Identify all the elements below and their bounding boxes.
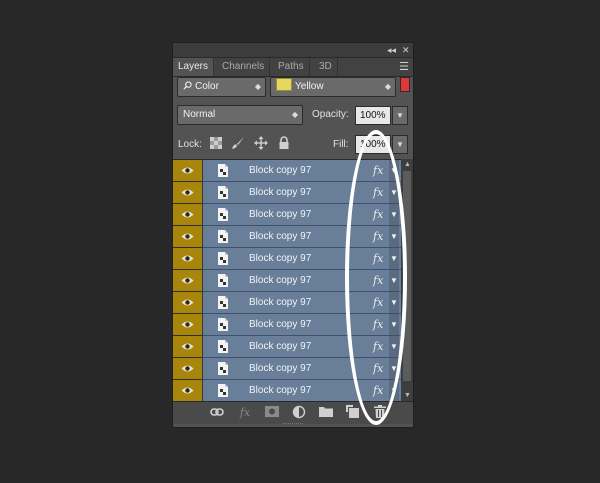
scroll-up-icon[interactable]: ▲ (404, 161, 411, 168)
smart-object-thumbnail-icon (218, 318, 228, 331)
folder-icon[interactable] (318, 405, 334, 421)
panel-menu-icon[interactable]: ☰ (399, 60, 409, 73)
annotation-ellipse (345, 130, 407, 425)
link-icon[interactable] (209, 405, 225, 421)
brush-icon[interactable] (231, 136, 245, 150)
filter-color-value: Yellow (295, 81, 324, 92)
layer-name: Block copy 97 (249, 319, 312, 330)
layer-name: Block copy 97 (249, 187, 312, 198)
smart-object-thumbnail-icon (218, 164, 228, 177)
adjustment-icon[interactable] (291, 405, 307, 421)
layer-name: Block copy 97 (249, 275, 312, 286)
tab-paths[interactable]: Paths (273, 58, 310, 76)
eye-icon (181, 387, 194, 394)
eye-icon (181, 277, 194, 284)
layer-name: Block copy 97 (249, 297, 312, 308)
smart-object-thumbnail-icon (218, 340, 228, 353)
panel-titlebar: ◂◂ ✕ (173, 43, 413, 58)
opacity-dropdown-arrow[interactable]: ▼ (392, 106, 408, 125)
fx-icon[interactable]: fx (237, 405, 253, 421)
color-swatch (276, 78, 292, 91)
smart-object-thumbnail-icon (218, 230, 228, 243)
close-icon[interactable]: ✕ (402, 44, 410, 56)
lock-transparent-icon[interactable] (209, 136, 223, 150)
eye-icon (181, 189, 194, 196)
move-icon[interactable] (254, 136, 268, 150)
layer-name: Block copy 97 (249, 253, 312, 264)
fill-label: Fill: (333, 139, 349, 150)
scroll-down-icon[interactable]: ▼ (404, 392, 411, 399)
visibility-toggle[interactable] (173, 248, 202, 270)
visibility-toggle[interactable] (173, 380, 202, 402)
updown-icon: ◆ (291, 110, 298, 119)
layer-name: Block copy 97 (249, 385, 312, 396)
filter-toggle-switch[interactable] (400, 77, 410, 92)
new-layer-icon[interactable] (344, 405, 360, 421)
visibility-toggle[interactable] (173, 204, 202, 226)
visibility-toggle[interactable] (173, 292, 202, 314)
lock-icon[interactable] (277, 136, 291, 150)
smart-object-thumbnail-icon (218, 296, 228, 309)
tab-3d[interactable]: 3D (314, 58, 338, 76)
eye-icon (181, 299, 194, 306)
eye-icon (181, 233, 194, 240)
opacity-label: Opacity: (312, 109, 349, 120)
filter-kind-value: Color (195, 81, 219, 92)
visibility-toggle[interactable] (173, 336, 202, 358)
double-chevron-left-icon[interactable]: ◂◂ (387, 44, 396, 56)
smart-object-thumbnail-icon (218, 208, 228, 221)
tab-layers[interactable]: Layers (173, 58, 215, 76)
eye-icon (181, 255, 194, 262)
layer-name: Block copy 97 (249, 165, 312, 176)
eye-icon (181, 343, 194, 350)
visibility-toggle[interactable] (173, 358, 202, 380)
smart-object-thumbnail-icon (218, 384, 228, 397)
opacity-input[interactable]: 100% (355, 106, 391, 125)
panel-tabs: Layers Channels Paths 3D ☰ (173, 58, 413, 77)
eye-icon (181, 365, 194, 372)
fill-dropdown-arrow[interactable]: ▼ (392, 135, 408, 154)
layer-name: Block copy 97 (249, 363, 312, 374)
filter-kind-dropdown[interactable]: Color ◆ (177, 77, 266, 97)
layer-name: Block copy 97 (249, 231, 312, 242)
visibility-toggle[interactable] (173, 182, 202, 204)
smart-object-thumbnail-icon (218, 186, 228, 199)
layer-name: Block copy 97 (249, 209, 312, 220)
filter-color-dropdown[interactable]: Yellow ◆ (270, 77, 396, 97)
search-icon (183, 81, 192, 90)
layer-name: Block copy 97 (249, 341, 312, 352)
visibility-toggle[interactable] (173, 270, 202, 292)
panel-resize-grip[interactable] (283, 423, 303, 427)
eye-icon (181, 211, 194, 218)
tab-channels[interactable]: Channels (217, 58, 271, 76)
blend-mode-value: Normal (183, 109, 216, 120)
mask-icon[interactable] (264, 405, 280, 421)
smart-object-thumbnail-icon (218, 362, 228, 375)
updown-icon: ◆ (254, 82, 261, 91)
visibility-toggle[interactable] (173, 226, 202, 248)
visibility-toggle[interactable] (173, 314, 202, 336)
eye-icon (181, 167, 194, 174)
blend-mode-dropdown[interactable]: Normal ◆ (177, 105, 303, 125)
lock-label: Lock: (178, 139, 202, 150)
eye-icon (181, 321, 194, 328)
visibility-toggle[interactable] (173, 160, 202, 182)
updown-icon: ◆ (384, 82, 391, 91)
smart-object-thumbnail-icon (218, 274, 228, 287)
smart-object-thumbnail-icon (218, 252, 228, 265)
